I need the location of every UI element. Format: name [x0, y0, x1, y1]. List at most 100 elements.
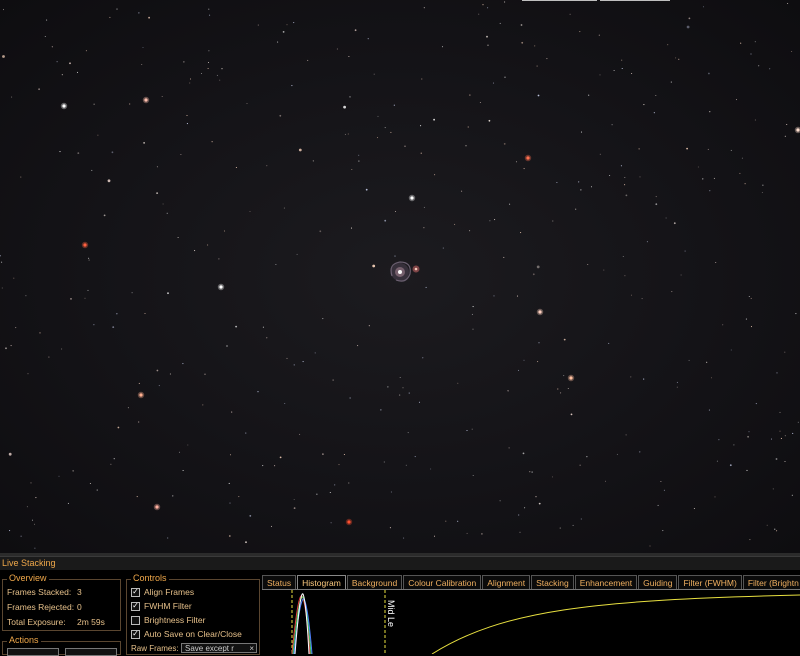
star: [257, 24, 259, 26]
star: [461, 190, 463, 192]
star: [330, 522, 332, 524]
star: [739, 172, 741, 174]
star: [26, 506, 28, 508]
star: [503, 256, 505, 258]
star: [143, 142, 146, 144]
star: [167, 537, 169, 539]
star: [745, 318, 747, 320]
tab-enhancement[interactable]: Enhancement: [574, 575, 638, 590]
star: [688, 17, 691, 20]
tab-filter-fwhm[interactable]: Filter (FWHM): [678, 575, 742, 590]
fwhm-filter-label: FWHM Filter: [144, 601, 192, 611]
star: [625, 434, 627, 436]
star: [103, 214, 106, 217]
star: [127, 407, 129, 409]
tab-histogram[interactable]: Histogram: [297, 575, 346, 590]
star: [775, 458, 778, 460]
star: [76, 71, 79, 73]
star: [688, 359, 690, 361]
star: [293, 498, 295, 501]
histogram-plot[interactable]: Mid Le: [262, 589, 800, 654]
star: [478, 13, 480, 15]
star: [266, 165, 268, 167]
star: [643, 104, 645, 106]
star: [735, 99, 738, 101]
star: [389, 527, 391, 529]
bright-star: [796, 128, 800, 132]
star: [84, 297, 86, 299]
star: [177, 236, 179, 239]
action-button[interactable]: [7, 648, 59, 656]
star: [624, 184, 626, 186]
star: [538, 502, 541, 505]
star: [344, 133, 346, 135]
star: [156, 192, 159, 195]
tab-guiding[interactable]: Guiding: [638, 575, 678, 590]
star: [580, 518, 582, 520]
frames-stacked-row: Frames Stacked: 3: [7, 587, 82, 597]
star: [536, 65, 538, 67]
star: [0, 255, 1, 257]
star: [469, 230, 471, 232]
image-viewer-sky[interactable]: [0, 0, 800, 553]
brightness-filter-checkbox[interactable]: Brightness Filter: [131, 615, 205, 625]
panel-title: Live Stacking: [0, 557, 800, 570]
star: [546, 58, 548, 60]
tab-colour-calibration[interactable]: Colour Calibration: [403, 575, 482, 590]
action-button[interactable]: [65, 648, 117, 656]
fwhm-filter-checkbox[interactable]: ✓ FWHM Filter: [131, 601, 192, 611]
checkbox-box[interactable]: [131, 615, 140, 625]
star: [482, 4, 484, 6]
auto-save-checkbox[interactable]: ✓ Auto Save on Clear/Close: [131, 629, 242, 639]
star: [161, 95, 163, 98]
star: [275, 263, 277, 266]
star: [676, 386, 678, 388]
star: [442, 247, 444, 249]
star: [166, 212, 168, 214]
controls-title: Controls: [131, 573, 169, 583]
align-frames-checkbox[interactable]: ✓ Align Frames: [131, 587, 194, 597]
star: [776, 530, 778, 532]
star: [338, 464, 340, 466]
galaxy-core: [398, 270, 402, 274]
star: [746, 469, 748, 471]
star: [5, 347, 7, 350]
tab-stacking[interactable]: Stacking: [531, 575, 574, 590]
star: [77, 152, 80, 155]
star: [536, 265, 540, 269]
star: [246, 102, 248, 105]
star: [740, 42, 742, 44]
star: [631, 72, 633, 75]
star: [503, 143, 506, 145]
star: [567, 387, 569, 390]
star: [343, 453, 345, 456]
tab-background[interactable]: Background: [346, 575, 403, 590]
checkbox-box[interactable]: ✓: [131, 629, 140, 639]
star: [784, 435, 786, 437]
star: [604, 480, 607, 482]
star: [322, 453, 324, 455]
tab-filter-brightness[interactable]: Filter (Brightn: [742, 575, 800, 590]
checkbox-box[interactable]: ✓: [131, 587, 140, 597]
star: [466, 429, 468, 432]
tab-alignment[interactable]: Alignment: [482, 575, 531, 590]
star: [208, 50, 210, 52]
star: [671, 291, 673, 293]
star: [235, 166, 237, 169]
star: [625, 194, 628, 197]
star: [59, 151, 61, 153]
star: [795, 313, 797, 315]
star: [487, 44, 489, 46]
star: [408, 392, 410, 394]
checkbox-box[interactable]: ✓: [131, 601, 140, 611]
star: [88, 257, 90, 259]
bright-star: [569, 376, 573, 380]
tab-status[interactable]: Status: [262, 575, 297, 590]
star: [587, 263, 589, 266]
star: [293, 22, 295, 24]
star: [709, 190, 711, 192]
brightness-filter-label: Brightness Filter: [144, 615, 206, 625]
star: [393, 104, 395, 106]
star: [262, 326, 264, 328]
star: [20, 535, 22, 537]
